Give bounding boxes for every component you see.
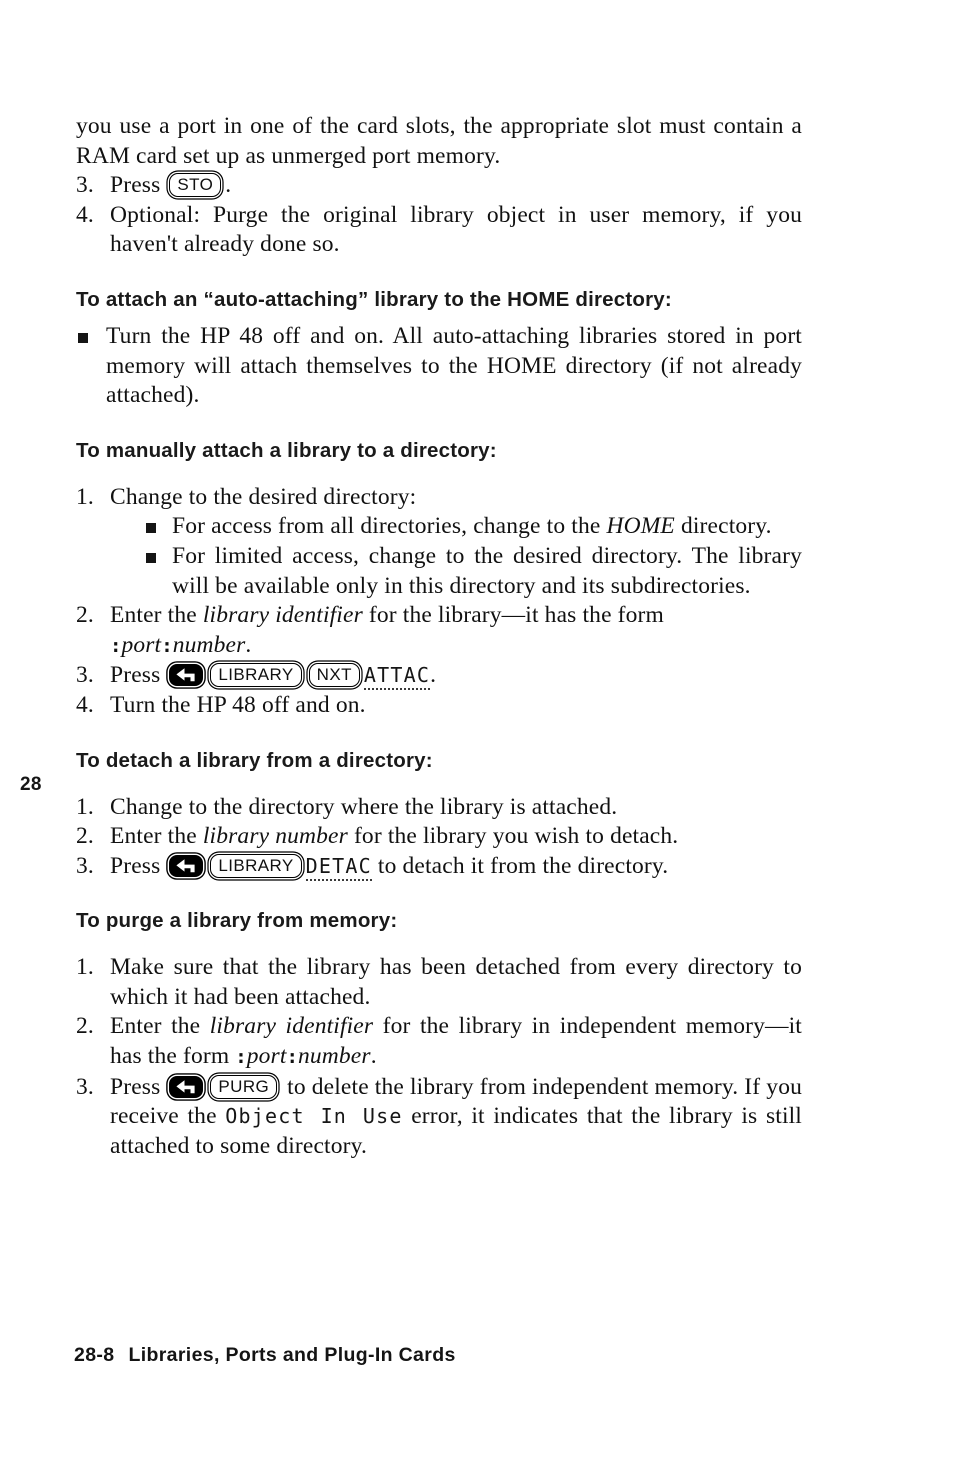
bullet-text: For limited access, change to the desire…: [172, 542, 802, 599]
list-item: 4. Optional: Purge the original library o…: [76, 201, 802, 260]
bullet-text-pre: For access from all directories, change …: [172, 513, 607, 540]
menu-label-detac[interactable]: DETAC: [305, 853, 372, 881]
step-text-pre: Press: [110, 852, 167, 879]
step-text: Change to the directory where the librar…: [110, 793, 618, 820]
list-item: 3. Press PURG to delete the library from …: [76, 1073, 802, 1162]
footer-chapter-title: Libraries, Ports and Plug-In Cards: [128, 1344, 456, 1366]
page-footer: 28-8 Libraries, Ports and Plug-In Cards: [74, 1344, 456, 1367]
manual-attach-step-list: 1. Change to the desired directory: For a…: [76, 483, 802, 721]
emphasis-library-number: library number: [202, 823, 348, 850]
step-text-mid: for the library—it has the form: [362, 602, 664, 629]
intro-step-list: 3. Press STO. 4. Optional: Purge the origi…: [76, 171, 802, 260]
list-item: For access from all directories, change …: [144, 512, 802, 542]
emphasis-library-identifier: library identifier: [209, 1013, 374, 1040]
intro-paragraph: you use a port in one of the card slots,…: [76, 113, 802, 169]
list-number: 3.: [76, 172, 94, 199]
list-number: 2.: [76, 823, 94, 850]
list-number: 4.: [76, 691, 94, 718]
list-item: 3. Press LIBRARY DETAC to detach it from t…: [76, 852, 802, 882]
bullet-text-post: directory.: [674, 513, 772, 540]
step-text-pre: Press: [110, 662, 167, 689]
step-text: Make sure that the library has been deta…: [110, 954, 802, 1010]
list-number: 1.: [76, 793, 94, 820]
bullet-text: Turn the HP 48 off and on. All auto-atta…: [106, 322, 802, 409]
port-colon-glyph: :: [235, 1046, 247, 1069]
list-number: 2.: [76, 1013, 94, 1040]
list-item: 3. Press STO.: [76, 171, 802, 201]
list-number: 2.: [76, 602, 94, 629]
manual-page: 28 you use a port in one of the card slo…: [0, 0, 954, 1464]
list-item: 1. Make sure that the library has been de…: [76, 953, 802, 1012]
step-text-pre: Press: [110, 172, 167, 199]
step-text-post: .: [225, 172, 232, 199]
square-bullet-icon: [78, 332, 88, 343]
key-library[interactable]: LIBRARY: [210, 853, 302, 878]
list-item: 4. Turn the HP 48 off and on.: [76, 691, 802, 721]
emphasis-library-identifier: library identifier: [202, 602, 363, 629]
list-item: 1. Change to the directory where the libr…: [76, 793, 802, 823]
list-number: 3.: [76, 1073, 94, 1100]
list-item: For limited access, change to the desire…: [144, 542, 802, 601]
step-text-pre: Enter the: [110, 1013, 210, 1040]
section-heading-purge: To purge a library from memory:: [76, 909, 398, 933]
section-heading-manual-attach: To manually attach a library to a direct…: [76, 438, 497, 462]
step-text-pre: Press: [110, 1073, 167, 1100]
square-bullet-icon: [146, 523, 156, 534]
port-colon-glyph: :: [286, 1046, 298, 1069]
form-port: port: [121, 631, 162, 658]
list-item: 2. Enter the library identifier for the l…: [76, 601, 802, 661]
step-text-pre: Enter the: [110, 602, 203, 629]
list-item: 1. Change to the desired directory: For a…: [76, 483, 802, 601]
step-text-post: for the library you wish to detach.: [347, 823, 679, 850]
manual-attach-sub-bullets: For access from all directories, change …: [144, 512, 802, 601]
list-number: 1.: [76, 483, 94, 510]
chapter-tab-number: 28: [20, 774, 42, 795]
key-sto[interactable]: STO: [169, 173, 222, 198]
step-text-post: .: [370, 1043, 377, 1070]
section-heading-auto-attach: To attach an “auto-attaching” library to…: [76, 287, 672, 311]
key-purg[interactable]: PURG: [210, 1074, 278, 1099]
page-content-column: you use a port in one of the card slots,…: [76, 112, 802, 1161]
display-text-object-in-use: Object In Use: [225, 1104, 403, 1129]
auto-attach-bullet-list: Turn the HP 48 off and on. All auto-atta…: [76, 322, 802, 411]
list-item: Turn the HP 48 off and on. All auto-atta…: [76, 322, 802, 411]
step-text-post: .: [245, 631, 252, 658]
list-item: 2. Enter the library number for the libra…: [76, 822, 802, 852]
key-library[interactable]: LIBRARY: [210, 663, 302, 688]
list-number: 1.: [76, 954, 94, 981]
port-colon-glyph: :: [110, 634, 122, 657]
list-item: 3. Press LIBRARY NXT ATTAC.: [76, 661, 802, 691]
step-text: Optional: Purge the original library obj…: [110, 201, 802, 258]
list-number: 3.: [76, 662, 94, 689]
left-shift-key-icon[interactable]: [169, 1075, 204, 1098]
step-text: Change to the desired directory:: [110, 483, 417, 510]
list-number: 3.: [76, 852, 94, 879]
step-text-post: .: [430, 662, 437, 689]
form-number: number: [297, 1043, 371, 1070]
left-shift-key-icon[interactable]: [169, 854, 204, 877]
port-colon-glyph: :: [161, 634, 173, 657]
detach-step-list: 1. Change to the directory where the libr…: [76, 793, 802, 882]
form-port: port: [246, 1043, 287, 1070]
list-number: 4.: [76, 201, 94, 228]
footer-page-number: 28-8: [74, 1344, 115, 1366]
form-number: number: [172, 631, 246, 658]
step-text: Turn the HP 48 off and on.: [110, 691, 366, 718]
section-heading-detach: To detach a library from a directory:: [76, 748, 433, 772]
step-text-post: to detach it from the directory.: [371, 852, 669, 879]
purge-step-list: 1. Make sure that the library has been de…: [76, 953, 802, 1161]
square-bullet-icon: [146, 552, 156, 563]
left-shift-key-icon[interactable]: [169, 664, 204, 687]
step-text-pre: Enter the: [110, 823, 203, 850]
list-item: 2. Enter the library identifier for the l…: [76, 1012, 802, 1072]
emphasis-home: HOME: [606, 513, 675, 540]
key-nxt[interactable]: NXT: [308, 663, 360, 688]
menu-label-attac[interactable]: ATTAC: [363, 663, 431, 691]
